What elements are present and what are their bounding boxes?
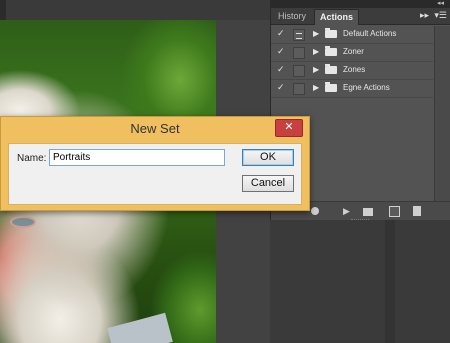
dialog-body: Name: OK Cancel (8, 143, 302, 205)
list-item[interactable]: ✓ ▶ Default Actions (271, 26, 433, 44)
action-set-label: Zones (343, 65, 366, 74)
tab-actions[interactable]: Actions (314, 9, 360, 25)
checkmark-icon[interactable]: ✓ (277, 82, 285, 93)
trash-icon[interactable] (413, 206, 421, 216)
dialog-toggle-icon[interactable] (293, 83, 305, 95)
new-action-icon[interactable] (389, 206, 400, 217)
dialog-toggle-icon[interactable] (293, 47, 305, 59)
expand-triangle-icon[interactable]: ▶ (313, 29, 319, 38)
collapse-panels-icon[interactable]: ◂◂ (437, 0, 444, 8)
dock-empty-area (270, 220, 450, 343)
panel-tabs: History Actions ▸▸ ▾☰ (271, 8, 450, 25)
checkmark-icon[interactable]: ✓ (277, 28, 285, 39)
folder-icon (325, 46, 337, 56)
stop-recording-icon[interactable] (311, 207, 319, 215)
play-icon[interactable]: ▶ (343, 206, 350, 217)
checkmark-icon[interactable]: ✓ (277, 46, 285, 57)
new-set-dialog: New Set ✕ Name: OK Cancel (0, 116, 310, 211)
list-item[interactable]: ✓ ▶ Egne Actions (271, 80, 433, 98)
action-set-label: Default Actions (343, 29, 397, 38)
dialog-title: New Set (130, 121, 180, 136)
folder-icon (325, 28, 337, 38)
cancel-button[interactable]: Cancel (242, 175, 294, 192)
panel-menu-icon[interactable]: ▾☰ (434, 10, 447, 21)
photo-eye (12, 218, 34, 226)
expand-triangle-icon[interactable]: ▶ (313, 65, 319, 74)
expand-triangle-icon[interactable]: ▶ (313, 83, 319, 92)
panel-dock-header: ◂◂ (270, 0, 450, 8)
close-button[interactable]: ✕ (275, 119, 303, 137)
list-item[interactable]: ✓ ▶ Zoner (271, 44, 433, 62)
double-chevron-right-icon[interactable]: ▸▸ (420, 10, 429, 21)
action-set-label: Zoner (343, 47, 364, 56)
expand-triangle-icon[interactable]: ▶ (313, 47, 319, 56)
panel-scrollbar[interactable] (434, 26, 450, 202)
tab-history[interactable]: History (273, 9, 311, 24)
ok-button[interactable]: OK (242, 149, 294, 166)
list-item[interactable]: ✓ ▶ Zones (271, 62, 433, 80)
dialog-toggle-icon[interactable] (293, 65, 305, 77)
name-label: Name: (17, 153, 47, 164)
dialog-toggle-icon[interactable] (293, 29, 305, 41)
actions-list: ✓ ▶ Default Actions ✓ ▶ Zoner ✓ ▶ Zones … (271, 26, 433, 98)
name-input[interactable] (49, 149, 225, 166)
folder-icon (325, 64, 337, 74)
checkmark-icon[interactable]: ✓ (277, 64, 285, 75)
dock-divider (385, 220, 395, 343)
folder-icon (325, 82, 337, 92)
action-set-label: Egne Actions (343, 83, 390, 92)
photo-collar (107, 312, 173, 343)
new-set-folder-icon[interactable] (363, 208, 373, 216)
